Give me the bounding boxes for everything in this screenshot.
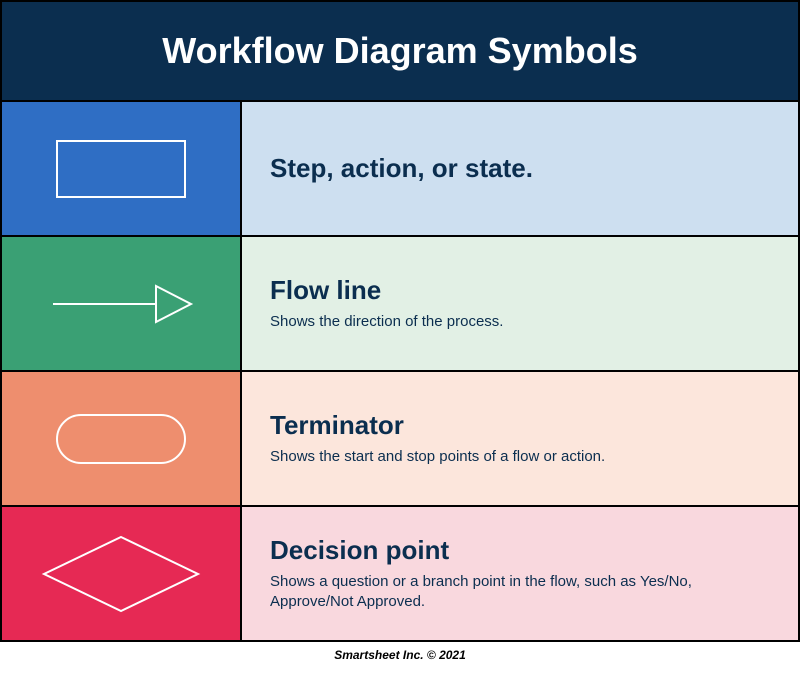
symbol-cell-dec (2, 507, 242, 640)
flow-title: Flow line (270, 275, 770, 306)
row-step: Step, action, or state. (2, 102, 798, 237)
row-dec: Decision point Shows a question or a bra… (2, 507, 798, 642)
footer-copyright: Smartsheet Inc. © 2021 (0, 642, 800, 668)
symbol-cell-flow (2, 237, 242, 370)
symbol-cell-step (2, 102, 242, 235)
text-cell-step: Step, action, or state. (242, 102, 798, 235)
term-title: Terminator (270, 410, 770, 441)
text-cell-term: Terminator Shows the start and stop poin… (242, 372, 798, 505)
dec-title: Decision point (270, 535, 770, 566)
symbol-cell-term (2, 372, 242, 505)
dec-desc: Shows a question or a branch point in th… (270, 572, 770, 613)
step-title: Step, action, or state. (270, 153, 770, 184)
text-cell-flow: Flow line Shows the direction of the pro… (242, 237, 798, 370)
row-term: Terminator Shows the start and stop poin… (2, 372, 798, 507)
diagram-title: Workflow Diagram Symbols (2, 0, 798, 102)
text-cell-dec: Decision point Shows a question or a bra… (242, 507, 798, 640)
row-flow: Flow line Shows the direction of the pro… (2, 237, 798, 372)
rectangle-icon (56, 140, 186, 198)
terminator-icon (56, 414, 186, 464)
workflow-symbols-diagram: Workflow Diagram Symbols Step, action, o… (0, 0, 800, 642)
term-desc: Shows the start and stop points of a flo… (270, 447, 770, 467)
flow-desc: Shows the direction of the process. (270, 312, 770, 332)
arrow-icon (41, 274, 201, 334)
diamond-icon (36, 529, 206, 619)
